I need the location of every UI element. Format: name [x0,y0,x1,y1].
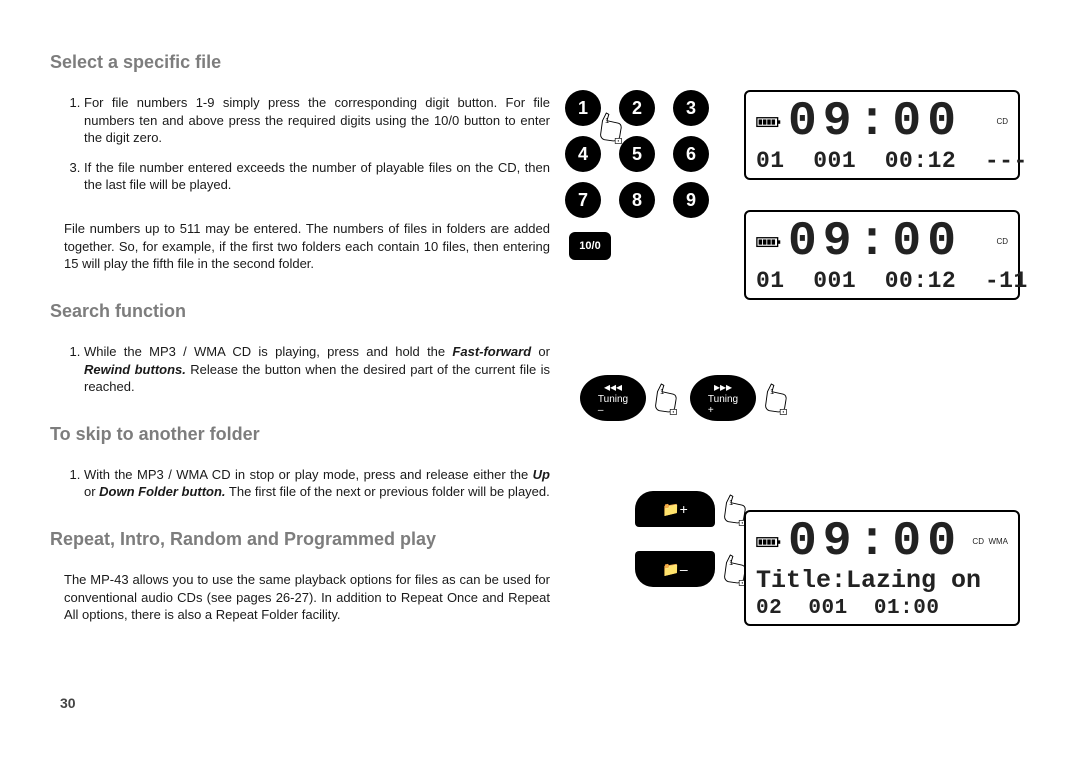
lcd-display-3: 09:00 CD WMA Title:Lazing on 02 001 01:0… [744,510,1020,626]
lcd3-bottom-line: 02 001 01:00 [756,597,1008,620]
rewind-button[interactable]: ◂◂◂ Tuning– [580,375,646,421]
rewind-label: Rewind buttons. [84,362,186,377]
skip-folder-suffix: The first file of the next or previous f… [226,484,550,499]
select-file-step-1: For file numbers 1-9 simply press the co… [84,94,550,147]
numeric-keypad: 1 2 3 4 5 6 7 8 9 10/0 1 [565,90,709,270]
tuning-minus-label: Tuning– [598,394,628,416]
svg-text:1: 1 [770,387,774,396]
down-folder-label: Down Folder button. [99,484,225,499]
search-fn-text: While the MP3 / WMA CD is playing, press… [84,344,452,359]
search-fn-list: While the MP3 / WMA CD is playing, press… [50,343,550,396]
key-7[interactable]: 7 [565,182,601,218]
key-10-0[interactable]: 10/0 [569,232,611,260]
page-number: 30 [60,695,76,711]
heading-search-function: Search function [50,299,550,323]
pointing-hand-icon: 1 [760,379,794,417]
lcd3-time: 09:00 [788,518,962,566]
battery-icon [756,536,782,548]
svg-text:1: 1 [660,387,664,396]
fast-forward-icon: ▸▸▸ [714,380,732,394]
battery-icon [756,236,782,248]
folder-down-button[interactable]: 📁– [635,551,715,587]
pointing-hand-icon: 1 [595,108,629,146]
heading-repeat: Repeat, Intro, Random and Programmed pla… [50,527,550,551]
lcd-display-1: 09:00 CD 01 001 00:12 --- [744,90,1020,180]
up-label: Up [533,467,550,482]
svg-text:1: 1 [605,116,609,125]
lcd2-tag-cd: CD [996,237,1008,246]
key-8[interactable]: 8 [619,182,655,218]
lcd1-time: 09:00 [788,98,962,146]
tuning-plus-label: Tuning+ [708,394,738,416]
skip-folder-list: With the MP3 / WMA CD in stop or play mo… [50,466,550,501]
folder-up-button[interactable]: 📁+ [635,491,715,527]
battery-icon [756,116,782,128]
lcd3-tag-wma: WMA [988,537,1008,546]
lcd1-bottom-line: 01 001 00:12 --- [756,148,1008,174]
lcd-display-2: 09:00 CD 01 001 00:12 -11 [744,210,1020,300]
lcd1-tag-cd: CD [996,117,1008,126]
select-file-list: For file numbers 1-9 simply press the co… [50,94,550,194]
svg-text:1: 1 [729,498,733,507]
skip-folder-text: With the MP3 / WMA CD in stop or play mo… [84,467,533,482]
fast-forward-button[interactable]: ▸▸▸ Tuning+ [690,375,756,421]
search-fn-mid: or [531,344,550,359]
rewind-icon: ◂◂◂ [604,380,622,394]
folder-up-icon: 📁+ [662,501,688,518]
pointing-hand-icon: 1 [650,379,684,417]
heading-skip-folder: To skip to another folder [50,422,550,446]
lcd3-title-line: Title:Lazing on [756,566,1008,595]
repeat-paragraph: The MP-43 allows you to use the same pla… [50,571,550,624]
select-file-step-2: If the file number entered exceeds the n… [84,159,550,194]
heading-select-file: Select a specific file [50,50,550,74]
lcd2-bottom-line: 01 001 00:12 -11 [756,268,1008,294]
skip-folder-step-1: With the MP3 / WMA CD in stop or play mo… [84,466,550,501]
skip-folder-mid: or [84,484,99,499]
key-3[interactable]: 3 [673,90,709,126]
folder-down-icon: 📁– [662,561,687,578]
fast-forward-label: Fast-forward [452,344,531,359]
select-file-note: File numbers up to 511 may be entered. T… [50,220,550,273]
key-6[interactable]: 6 [673,136,709,172]
key-9[interactable]: 9 [673,182,709,218]
search-fn-step-1: While the MP3 / WMA CD is playing, press… [84,343,550,396]
lcd2-time: 09:00 [788,218,962,266]
svg-text:1: 1 [729,558,733,567]
lcd3-tag-cd: CD [972,537,984,546]
